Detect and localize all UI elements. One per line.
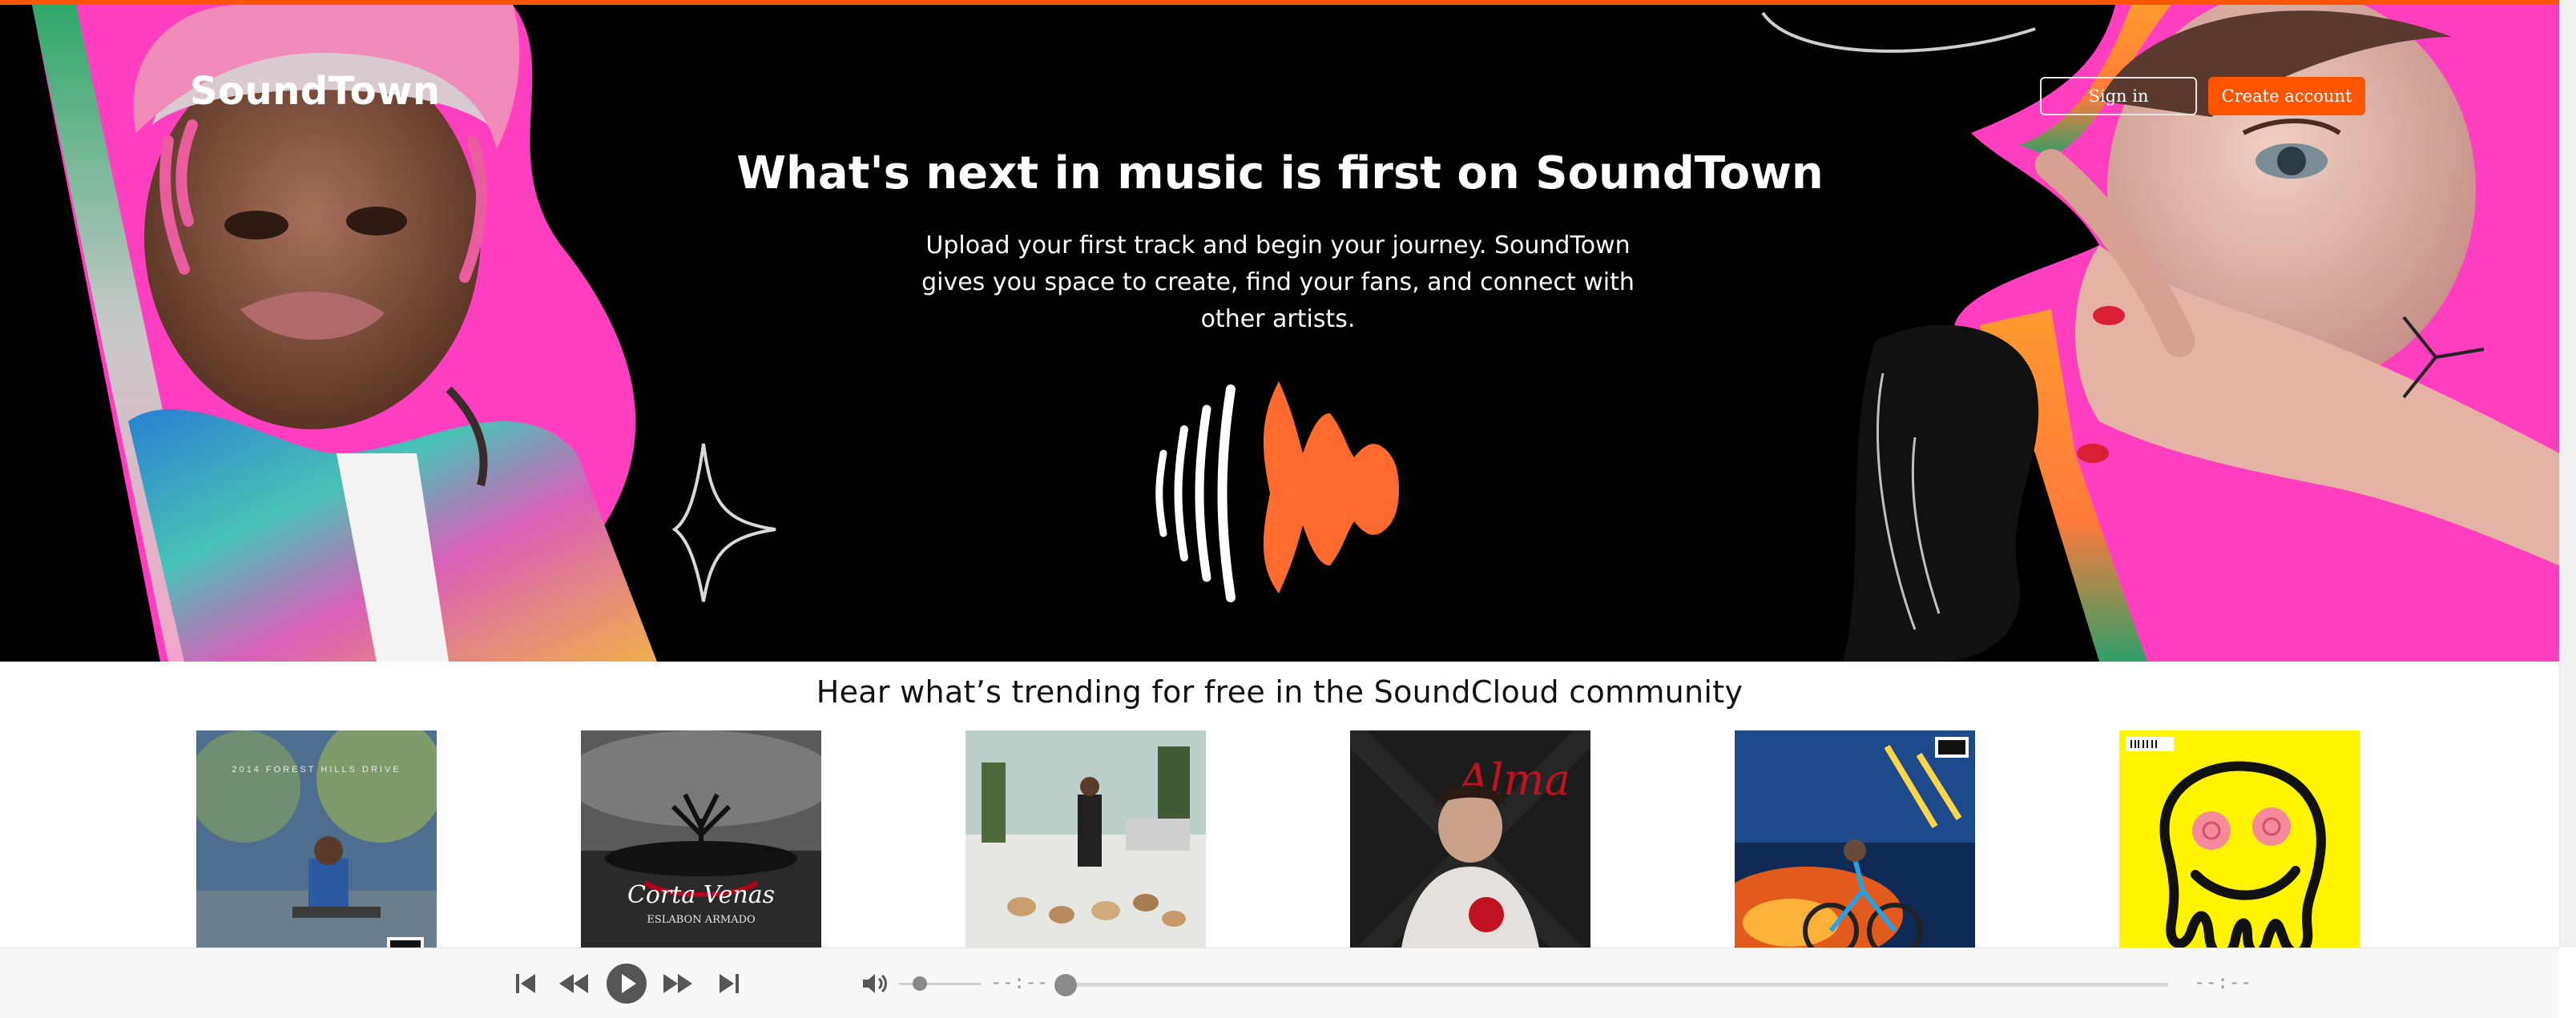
hero-title: What's next in music is first on SoundTo… [736,147,1824,199]
current-time: --:-- [990,971,1049,993]
skip-next-icon[interactable] [713,964,745,1003]
album-cover-2-subtitle: ESLABON ARMADO [647,914,755,926]
album-cover-5[interactable] [1735,730,1975,948]
album-cover-1-text: 2014 FOREST HILLS DRIVE [232,765,401,775]
album-cover-2-title: Corta Venas [627,881,775,909]
create-account-button[interactable]: Create account [2208,77,2365,115]
sign-in-button[interactable]: Sign in [2040,77,2197,115]
page: SoundTown Sign in Create account What's … [0,0,2576,1018]
album-cover-1[interactable]: 2014 FOREST HILLS DRIVE [196,730,437,948]
hero-subtitle: Upload your first track and begin your j… [921,231,1635,333]
volume-slider-track[interactable] [899,983,981,985]
progress-bar-track[interactable] [1066,983,2168,987]
play-icon[interactable] [606,964,647,1004]
hero-banner: SoundTown Sign in Create account What's … [0,5,2559,662]
trending-covers: 2014 FOREST HILLS DRIVE Corta Venas ESLA… [0,730,2559,948]
album-cover-3[interactable] [965,730,1206,948]
player-bar: --:-- --:-- [0,948,2559,1018]
total-time: --:-- [2194,971,2252,993]
page-scrollbar[interactable] [2559,0,2576,948]
brand-logo[interactable]: SoundTown [190,69,441,114]
album-cover-6[interactable] [2119,730,2360,948]
skip-previous-icon[interactable] [510,964,542,1003]
rewind-icon[interactable] [554,964,593,1003]
album-cover-2[interactable]: Corta Venas ESLABON ARMADO [581,730,821,948]
album-cover-4[interactable]: Alma [1350,730,1590,948]
volume-slider-handle[interactable] [912,976,927,991]
soundwave-logo-icon [1155,381,1399,602]
fast-forward-icon[interactable] [659,964,697,1003]
volume-icon[interactable] [859,964,891,1003]
trending-heading: Hear what’s trending for free in the Sou… [816,674,1744,710]
progress-bar-handle[interactable] [1054,974,1077,996]
